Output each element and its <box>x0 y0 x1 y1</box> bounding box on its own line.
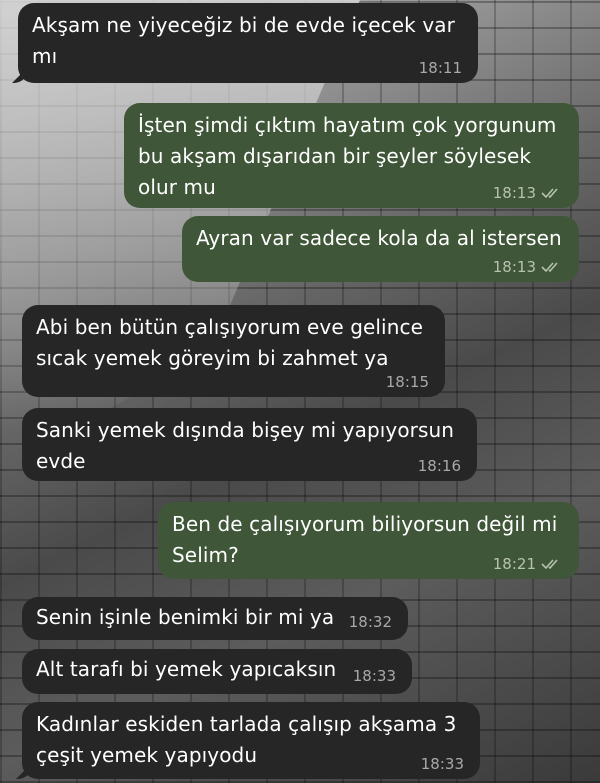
message-text: Kadınlar eskiden tarlada çalışıp akşama … <box>36 712 457 767</box>
message-incoming[interactable]: Senin işinle benimki bir mi ya 18:32 <box>22 597 408 640</box>
message-incoming[interactable]: Akşam ne yiyeceğiz bi de evde içecek var… <box>18 3 478 83</box>
message-incoming[interactable]: Sanki yemek dışında bişey mi yapıyorsun … <box>22 408 477 481</box>
message-incoming[interactable]: Kadınlar eskiden tarlada çalışıp akşama … <box>22 702 480 779</box>
message-time: 18:21 <box>492 555 536 573</box>
message-meta: 18:13 <box>493 184 563 202</box>
message-incoming[interactable]: Abi ben bütün çalışıyorum eve gelince sı… <box>22 305 445 397</box>
double-check-icon <box>541 188 558 199</box>
message-outgoing[interactable]: İşten şimdi çıktım hayatım çok yorgunum … <box>124 103 579 208</box>
message-meta: 18:33 <box>421 755 464 773</box>
message-meta: 18:11 <box>419 59 462 77</box>
double-check-icon <box>541 559 558 570</box>
message-time: 18:13 <box>492 258 536 276</box>
message-time: 18:15 <box>385 373 429 391</box>
message-time: 18:33 <box>420 755 464 773</box>
message-time: 18:11 <box>418 59 462 77</box>
message-outgoing[interactable]: Ben de çalışıyorum biliyorsun değil mi S… <box>158 502 579 579</box>
chat-thread[interactable]: Akşam ne yiyeceğiz bi de evde içecek var… <box>0 0 600 783</box>
message-meta: 18:15 <box>386 373 429 391</box>
message-time: 18:16 <box>417 457 461 475</box>
message-time: 18:32 <box>348 613 392 631</box>
message-time: 18:33 <box>352 667 396 685</box>
message-outgoing[interactable]: Ayran var sadece kola da al istersen 18:… <box>182 216 579 282</box>
message-text: Sanki yemek dışında bişey mi yapıyorsun … <box>36 418 455 473</box>
message-meta: 18:13 <box>493 258 563 276</box>
double-check-icon <box>541 262 558 273</box>
message-time: 18:13 <box>492 184 536 202</box>
message-text: Senin işinle benimki bir mi ya <box>36 605 335 629</box>
message-text: Akşam ne yiyeceğiz bi de evde içecek var… <box>32 13 455 68</box>
message-meta: 18:33 <box>353 667 396 685</box>
message-text: Alt tarafı bi yemek yapıcaksın <box>36 657 337 681</box>
message-text: Ayran var sadece kola da al istersen <box>196 226 562 250</box>
message-meta: 18:16 <box>418 457 461 475</box>
message-meta: 18:32 <box>349 613 392 631</box>
message-incoming[interactable]: Alt tarafı bi yemek yapıcaksın 18:33 <box>22 649 412 694</box>
message-text: Abi ben bütün çalışıyorum eve gelince sı… <box>36 315 423 370</box>
message-meta: 18:21 <box>493 555 563 573</box>
